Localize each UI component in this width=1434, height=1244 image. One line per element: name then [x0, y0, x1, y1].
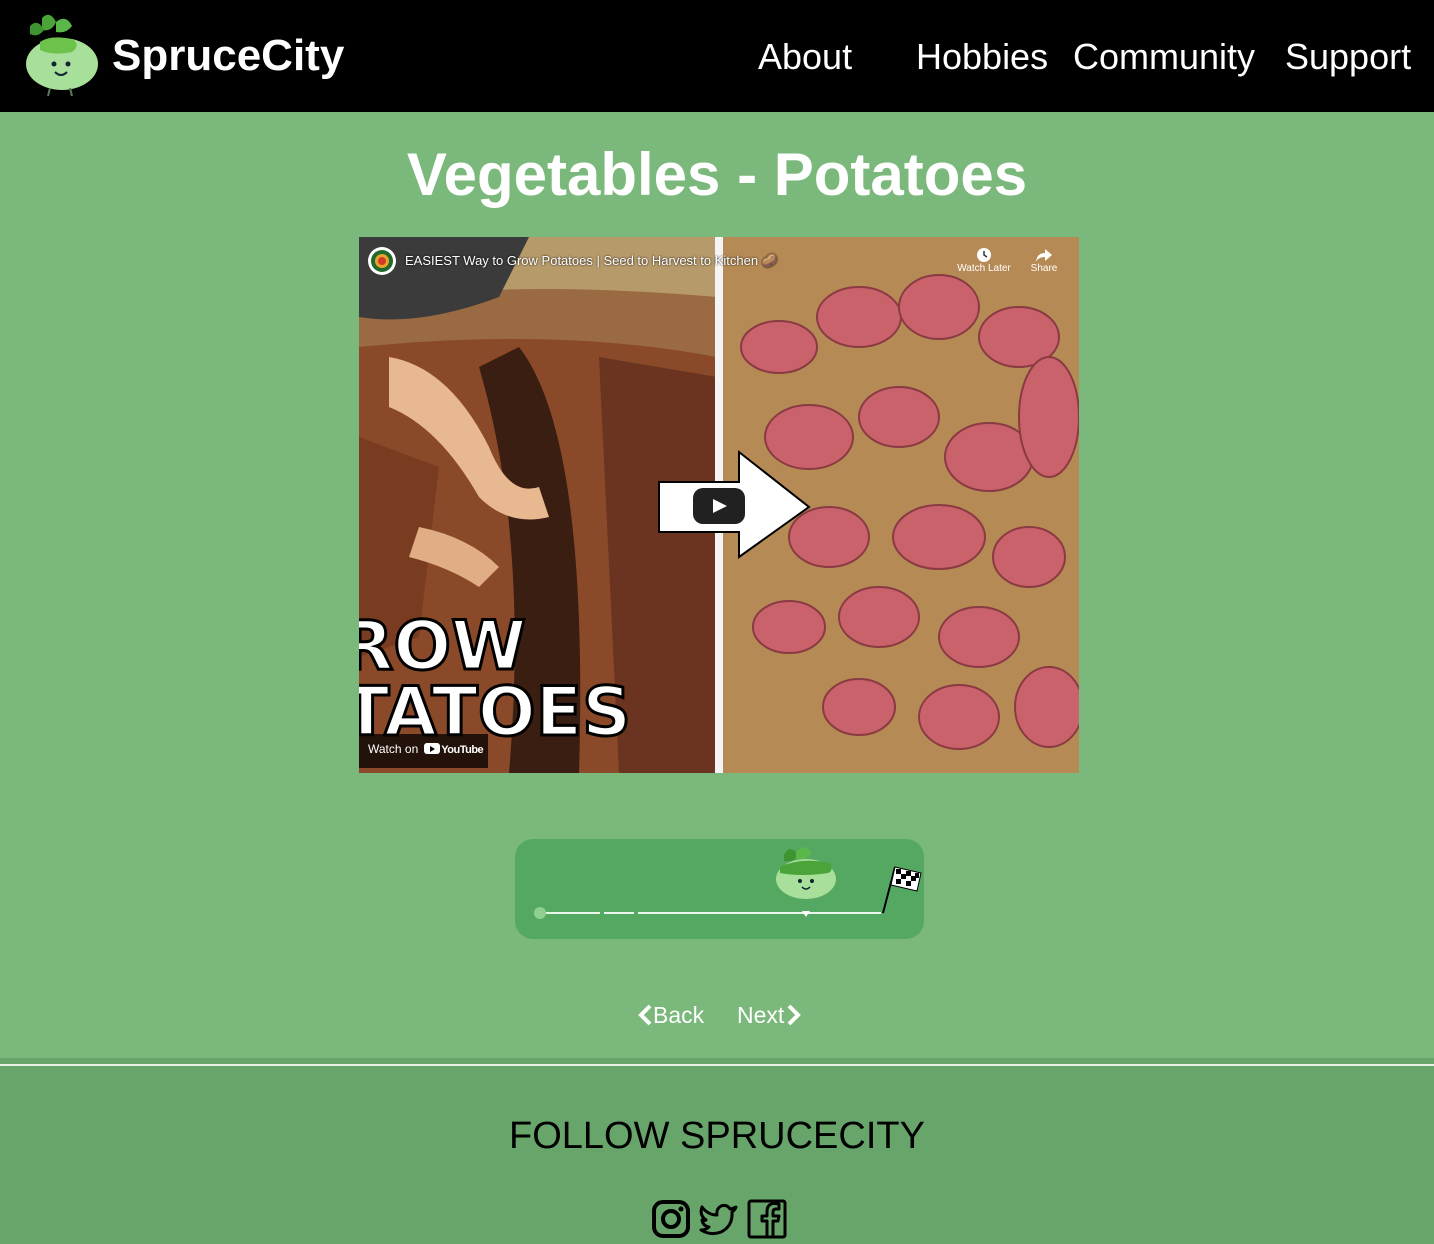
- clock-icon: [977, 248, 991, 262]
- youtube-wordmark: YouTube: [441, 744, 484, 756]
- share-icon: [1036, 249, 1052, 262]
- next-label: Next: [737, 1002, 785, 1028]
- channel-avatar-icon[interactable]: [367, 246, 397, 276]
- play-button[interactable]: [693, 488, 745, 524]
- flag-icon: [882, 866, 922, 914]
- lesson-progress: [515, 839, 924, 939]
- nav-about[interactable]: About: [758, 35, 852, 79]
- facebook-icon[interactable]: [747, 1199, 787, 1239]
- footer-divider: [0, 1064, 1434, 1066]
- chevron-right-icon: [787, 1004, 802, 1026]
- brand-name[interactable]: SpruceCity: [112, 30, 344, 82]
- nav-hobbies[interactable]: Hobbies: [916, 35, 1048, 79]
- watch-later-button[interactable]: Watch Later: [949, 247, 1019, 274]
- nav-community[interactable]: Community: [1073, 35, 1255, 79]
- follow-heading: FOLLOW SPRUCECITY: [509, 1115, 925, 1157]
- chevron-left-icon: [638, 1004, 652, 1026]
- instagram-icon[interactable]: [651, 1199, 691, 1239]
- site-header: SpruceCity About Hobbies Community Suppo…: [0, 0, 1434, 112]
- next-button[interactable]: Next: [737, 1000, 802, 1030]
- youtube-play-icon: [424, 743, 441, 754]
- watch-on-label: Watch on: [368, 742, 419, 756]
- nav-support[interactable]: Support: [1285, 35, 1411, 79]
- youtube-logo: YouTube: [424, 743, 484, 756]
- page-title: Vegetables - Potatoes: [406, 141, 1028, 208]
- twitter-icon[interactable]: [699, 1199, 739, 1239]
- progress-marker-icon: [775, 847, 836, 917]
- video-embed[interactable]: ROW TATOES EASIEST Way to Grow Potatoes …: [359, 237, 1079, 773]
- watch-later-label: Watch Later: [957, 263, 1011, 274]
- progress-track: [534, 847, 922, 919]
- back-label: Back: [653, 1002, 705, 1028]
- watch-on-youtube-button[interactable]: Watch on YouTube: [359, 734, 488, 768]
- sprucecity-logo[interactable]: [22, 12, 100, 96]
- back-button[interactable]: Back: [637, 1000, 704, 1030]
- video-title[interactable]: EASIEST Way to Grow Potatoes | Seed to H…: [405, 253, 778, 269]
- share-label: Share: [1030, 263, 1058, 274]
- share-button[interactable]: Share: [1019, 247, 1069, 274]
